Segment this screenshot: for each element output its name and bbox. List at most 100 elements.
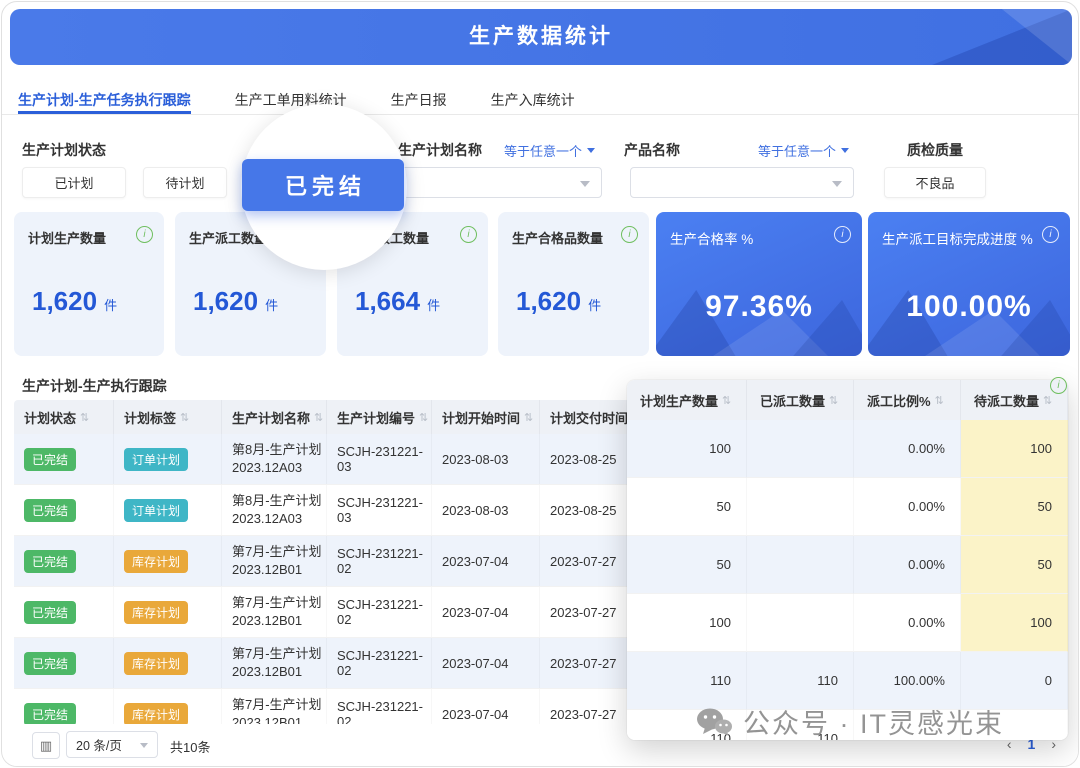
table-row[interactable]: 已完结 库存计划 第7月-生产计划 2023.12B01 SCJH-231221…	[14, 536, 659, 587]
cell-plan-name: 第8月-生产计划 2023.12A03	[222, 434, 327, 484]
tab-daily-report[interactable]: 生产日报	[391, 84, 447, 114]
stat-card-title: 计划生产数量	[28, 228, 106, 247]
sort-icon[interactable]: ⇅	[935, 394, 944, 407]
column-settings-button[interactable]: ▥	[32, 732, 60, 759]
tab-warehouse-stats[interactable]: 生产入库统计	[491, 84, 575, 114]
info-icon[interactable]: i	[136, 226, 153, 243]
sort-icon[interactable]: ⇅	[829, 394, 838, 407]
column-header-dispatched-qty[interactable]: 已派工数量⇅	[747, 380, 854, 420]
sort-icon[interactable]: ⇅	[1043, 394, 1052, 407]
chevron-down-icon	[580, 181, 590, 187]
stat-value: 97.36%	[656, 290, 862, 324]
info-icon[interactable]: i	[621, 226, 638, 243]
tag-badge: 库存计划	[124, 550, 188, 573]
cell-dispatch-ratio: 0.00%	[854, 420, 961, 478]
tag-badge: 库存计划	[124, 601, 188, 624]
column-header-dispatch-ratio[interactable]: 派工比例%⇅	[854, 380, 961, 420]
table-row[interactable]: 100 0.00% 100	[627, 594, 1068, 652]
sort-icon[interactable]: ⇅	[722, 394, 731, 407]
table-header-row: 计划状态⇅ 计划标签⇅ 生产计划名称⇅ 生产计划编号⇅ 计划开始时间⇅ 计划交付…	[14, 400, 659, 434]
stat-value: 100.00%	[868, 290, 1070, 324]
grid-icon: ▥	[40, 738, 52, 754]
table-row[interactable]: 50 0.00% 50	[627, 536, 1068, 594]
page-header: 生产数据统计	[10, 9, 1072, 65]
section-title: 生产计划-生产执行跟踪	[22, 376, 167, 396]
cell-plan-name: 第8月-生产计划 2023.12A03	[222, 485, 327, 535]
cell-plan-code: SCJH-231221-02	[327, 536, 432, 586]
table-row[interactable]: 已完结 库存计划 第7月-生产计划 2023.12B01 SCJH-231221…	[14, 638, 659, 689]
status-badge: 已完结	[24, 550, 76, 573]
page-title: 生产数据统计	[10, 9, 1072, 65]
cell-status: 已完结	[14, 434, 114, 484]
stat-card-dispatch-progress: 生产派工目标完成进度 % i 100.00%	[868, 212, 1070, 356]
page-size-select[interactable]: 20 条/页	[66, 731, 158, 758]
filter-button-pending[interactable]: 待计划	[143, 167, 227, 198]
cell-plan-code: SCJH-231221-02	[327, 638, 432, 688]
cell-planned-qty: 100	[627, 594, 747, 652]
operator-label: 等于任意一个	[758, 141, 836, 160]
cell-plan-code: SCJH-231221-03	[327, 485, 432, 535]
cell-status: 已完结	[14, 485, 114, 535]
stat-unit: 件	[265, 295, 278, 314]
filter-button-completed[interactable]: 已完结	[242, 159, 404, 211]
stat-card-planned-qty: 计划生产数量 i 1,620件	[14, 212, 164, 356]
cell-plan-code: SCJH-231221-03	[327, 434, 432, 484]
info-icon[interactable]: i	[460, 226, 477, 243]
cell-plan-name: 第7月-生产计划 2023.12B01	[222, 587, 327, 637]
cell-dispatched-qty	[747, 594, 854, 652]
stat-card-pass-rate: 生产合格率 % i 97.36%	[656, 212, 862, 356]
table-row[interactable]: 50 0.00% 50	[627, 478, 1068, 536]
filter-label-product-name: 产品名称	[624, 140, 680, 160]
filter-label-plan-name: 生产计划名称	[398, 140, 482, 160]
stat-unit: 件	[588, 295, 601, 314]
production-plan-table: 计划状态⇅ 计划标签⇅ 生产计划名称⇅ 生产计划编号⇅ 计划开始时间⇅ 计划交付…	[14, 400, 659, 740]
stat-value: 1,620	[32, 286, 97, 317]
info-icon[interactable]: i	[1042, 226, 1059, 243]
column-header-plan-code[interactable]: 生产计划编号⇅	[327, 400, 432, 434]
cell-status: 已完结	[14, 587, 114, 637]
column-header-tag[interactable]: 计划标签⇅	[114, 400, 222, 434]
tab-production-plan-tracking[interactable]: 生产计划-生产任务执行跟踪	[18, 84, 191, 114]
table-row[interactable]: 已完结 订单计划 第8月-生产计划 2023.12A03 SCJH-231221…	[14, 434, 659, 485]
app-window: 生产数据统计 生产计划-生产任务执行跟踪 生产工单用料统计 生产日报 生产入库统…	[1, 1, 1079, 767]
table-row[interactable]: 100 0.00% 100	[627, 420, 1068, 478]
sort-icon[interactable]: ⇅	[80, 411, 89, 424]
table-header-row: 计划生产数量⇅ 已派工数量⇅ 派工比例%⇅ 待派工数量⇅	[627, 380, 1068, 420]
total-count-label: 共10条	[170, 737, 210, 756]
cell-start-date: 2023-07-04	[432, 587, 540, 637]
product-name-select[interactable]	[630, 167, 854, 198]
cell-start-date: 2023-08-03	[432, 434, 540, 484]
chevron-down-icon	[841, 148, 849, 153]
info-icon: i	[1050, 377, 1067, 394]
page-size-label: 20 条/页	[76, 735, 122, 754]
cell-start-date: 2023-07-04	[432, 638, 540, 688]
sort-icon[interactable]: ⇅	[314, 411, 323, 424]
watermark-text: 公众号 · IT灵感光束	[743, 702, 1004, 741]
cell-plan-name: 第7月-生产计划 2023.12B01	[222, 536, 327, 586]
cell-start-date: 2023-07-04	[432, 536, 540, 586]
column-header-start-date[interactable]: 计划开始时间⇅	[432, 400, 540, 434]
operator-dropdown-plan-name[interactable]: 等于任意一个	[504, 141, 595, 160]
cell-dispatch-ratio: 0.00%	[854, 536, 961, 594]
sort-icon[interactable]: ⇅	[419, 411, 428, 424]
table-row[interactable]: 已完结 订单计划 第8月-生产计划 2023.12A03 SCJH-231221…	[14, 485, 659, 536]
dispatch-detail-panel: 计划生产数量⇅ 已派工数量⇅ 派工比例%⇅ 待派工数量⇅ 100 0.00% 1…	[627, 380, 1068, 740]
column-header-planned-qty[interactable]: 计划生产数量⇅	[627, 380, 747, 420]
cell-planned-qty: 50	[627, 536, 747, 594]
info-icon[interactable]: i	[834, 226, 851, 243]
filter-button-planned[interactable]: 已计划	[22, 167, 126, 198]
operator-dropdown-product-name[interactable]: 等于任意一个	[758, 141, 849, 160]
table-row[interactable]: 已完结 库存计划 第7月-生产计划 2023.12B01 SCJH-231221…	[14, 587, 659, 638]
filter-button-defective[interactable]: 不良品	[884, 167, 986, 198]
cell-pending-qty: 100	[961, 420, 1068, 478]
sort-icon[interactable]: ⇅	[180, 411, 189, 424]
section-info-icon[interactable]: i	[1050, 377, 1067, 394]
status-badge: 已完结	[24, 448, 76, 471]
column-header-status[interactable]: 计划状态⇅	[14, 400, 114, 434]
plan-name-select[interactable]	[398, 167, 602, 198]
cell-planned-qty: 100	[627, 420, 747, 478]
cell-tag: 订单计划	[114, 485, 222, 535]
column-header-plan-name[interactable]: 生产计划名称⇅	[222, 400, 327, 434]
sort-icon[interactable]: ⇅	[524, 411, 533, 424]
cell-dispatch-ratio: 0.00%	[854, 594, 961, 652]
